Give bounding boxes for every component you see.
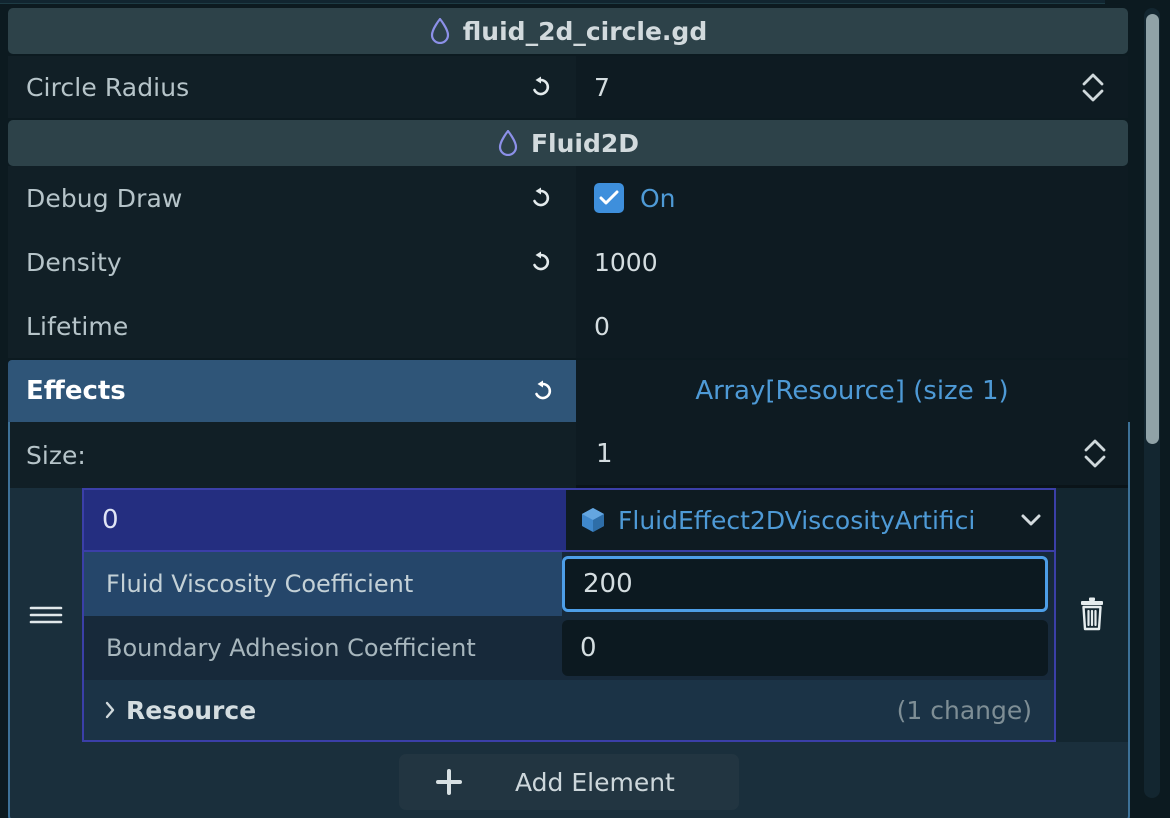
effects-array-container: Size: 1 0 FluidEffect2DViscosityArtifici… xyxy=(8,422,1130,818)
property-row-effects[interactable]: Effects Array[Resource] (size 1) xyxy=(8,360,1128,422)
circle-radius-value-cell[interactable]: 7 xyxy=(576,56,1128,118)
fluid-drop-icon xyxy=(498,130,518,156)
boundary-adhesion-label: Boundary Adhesion Coefficient xyxy=(106,634,476,662)
drag-handle-icon[interactable] xyxy=(25,601,67,629)
property-row-debug-draw[interactable]: Debug Draw On xyxy=(8,166,1128,230)
debug-draw-checkbox[interactable] xyxy=(594,183,624,213)
array-size-field[interactable]: 1 xyxy=(576,422,1128,488)
density-label: Density xyxy=(26,247,122,277)
class-header-title: Fluid2D xyxy=(530,128,640,158)
resource-selector[interactable]: FluidEffect2DViscosityArtifici xyxy=(566,490,1054,550)
effects-label: Effects xyxy=(26,376,126,406)
fluid-drop-icon xyxy=(430,18,449,44)
resource-subsection-label: Resource xyxy=(126,695,257,725)
boundary-adhesion-value: 0 xyxy=(580,633,597,663)
density-value-cell[interactable]: 1000 xyxy=(576,230,1128,294)
boundary-adhesion-input[interactable]: 0 xyxy=(562,620,1048,676)
chevron-right-icon[interactable] xyxy=(102,699,118,721)
property-row-circle-radius[interactable]: Circle Radius 7 xyxy=(8,56,1128,118)
revert-arrow-icon[interactable] xyxy=(524,245,558,279)
debug-draw-value-cell[interactable]: On xyxy=(576,166,1128,230)
add-element-label: Add Element xyxy=(515,767,675,797)
array-size-label: Size: xyxy=(26,440,86,470)
density-label-cell: Density xyxy=(8,230,576,294)
chevron-down-icon[interactable] xyxy=(1016,510,1046,530)
script-header-title: fluid_2d_circle.gd xyxy=(462,16,708,46)
revert-arrow-icon[interactable] xyxy=(524,181,558,215)
fluid-viscosity-value: 200 xyxy=(583,569,633,599)
circle-radius-label-cell: Circle Radius xyxy=(8,56,576,118)
inspector-panel: fluid_2d_circle.gd Circle Radius 7 Fluid… xyxy=(0,0,1170,818)
updown-spinner-icon[interactable] xyxy=(1080,73,1106,102)
debug-draw-value: On xyxy=(640,183,676,213)
array-element: 0 FluidEffect2DViscosityArtifici Fluid V… xyxy=(10,488,1128,742)
lifetime-label-cell: Lifetime xyxy=(8,294,576,358)
array-element-index: 0 xyxy=(84,490,566,550)
trash-icon[interactable] xyxy=(1074,595,1110,635)
lifetime-value: 0 xyxy=(594,311,610,341)
delete-element-cell[interactable] xyxy=(1056,488,1128,742)
scrollbar-thumb[interactable] xyxy=(1146,14,1159,444)
array-size-row[interactable]: Size: 1 xyxy=(10,422,1128,488)
array-size-value: 1 xyxy=(596,438,613,469)
class-header-fluid2d[interactable]: Fluid2D xyxy=(8,120,1128,166)
resource-subsection[interactable]: Resource (1 change) xyxy=(84,680,1054,740)
fluid-viscosity-input[interactable]: 200 xyxy=(562,556,1048,612)
property-row-boundary-adhesion[interactable]: Boundary Adhesion Coefficient 0 xyxy=(84,616,1054,680)
resource-type-label: FluidEffect2DViscosityArtifici xyxy=(618,505,976,535)
resource-subsection-left: Resource xyxy=(102,696,256,725)
circle-radius-value: 7 xyxy=(594,72,610,102)
debug-draw-label: Debug Draw xyxy=(26,183,183,213)
add-element-button[interactable]: Add Element xyxy=(399,754,739,810)
circle-radius-label: Circle Radius xyxy=(26,72,190,102)
property-row-fluid-viscosity[interactable]: Fluid Viscosity Coefficient 200 xyxy=(84,552,1054,616)
script-header[interactable]: fluid_2d_circle.gd xyxy=(8,8,1128,54)
property-row-density[interactable]: Density 1000 xyxy=(8,230,1128,294)
updown-spinner-icon[interactable] xyxy=(1082,439,1108,468)
lifetime-value-cell[interactable]: 0 xyxy=(576,294,1128,358)
property-row-lifetime[interactable]: Lifetime 0 xyxy=(8,294,1128,358)
effects-label-cell: Effects xyxy=(8,360,576,422)
density-value: 1000 xyxy=(594,247,658,277)
array-element-index-row[interactable]: 0 FluidEffect2DViscosityArtifici xyxy=(82,488,1056,550)
top-strip xyxy=(0,0,1105,4)
fluid-viscosity-label: Fluid Viscosity Coefficient xyxy=(84,552,562,616)
inspector-content: fluid_2d_circle.gd Circle Radius 7 Fluid… xyxy=(8,8,1130,818)
resource-cube-icon xyxy=(582,508,604,532)
resource-changes-count: (1 change) xyxy=(896,695,1032,725)
debug-draw-label-cell: Debug Draw xyxy=(8,166,576,230)
revert-arrow-icon[interactable] xyxy=(526,374,560,408)
array-element-body: 0 FluidEffect2DViscosityArtifici Fluid V… xyxy=(82,488,1056,742)
lifetime-label: Lifetime xyxy=(26,311,129,341)
effects-summary[interactable]: Array[Resource] (size 1) xyxy=(576,360,1128,422)
resource-properties: Fluid Viscosity Coefficient 200 Boundary… xyxy=(82,550,1056,742)
add-element-wrap: Add Element xyxy=(10,742,1128,810)
plus-icon xyxy=(436,769,462,795)
drag-handle-cell[interactable] xyxy=(10,488,82,742)
revert-arrow-icon[interactable] xyxy=(524,70,558,104)
